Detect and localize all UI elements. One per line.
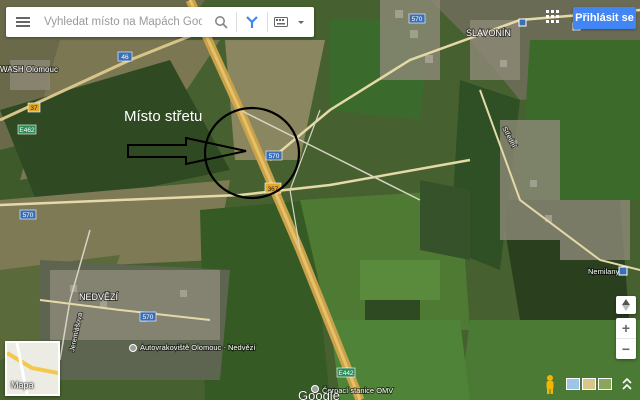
- thumbnail[interactable]: [582, 378, 596, 390]
- satellite-map[interactable]: 46 570 570 367 570 570 E442 E462 37 WASH…: [0, 0, 640, 400]
- imagery-thumbnails[interactable]: [566, 378, 612, 390]
- svg-text:37: 37: [30, 105, 38, 112]
- thumbnail[interactable]: [566, 378, 580, 390]
- place-label: WASH Olomouc: [0, 65, 58, 74]
- place-label: NEDVĚZÍ: [79, 292, 119, 302]
- route-shield: 570: [139, 311, 157, 322]
- route-shield: E462: [17, 124, 37, 135]
- svg-text:570: 570: [269, 153, 280, 160]
- annotation-label: Místo střetu: [124, 108, 202, 125]
- svg-text:E442: E442: [338, 370, 354, 377]
- route-shield: 570: [408, 13, 426, 24]
- map-type-label: Mapa: [11, 380, 34, 390]
- input-tools-button[interactable]: [268, 7, 312, 37]
- expand-chevron-icon[interactable]: [620, 376, 634, 392]
- route-shield: 570: [265, 150, 283, 161]
- thumbnail[interactable]: [598, 378, 612, 390]
- route-shield: E442: [336, 367, 356, 378]
- search-button[interactable]: [206, 7, 236, 37]
- svg-text:E462: E462: [19, 127, 35, 134]
- compass-button[interactable]: [616, 296, 636, 314]
- menu-button[interactable]: [6, 7, 40, 37]
- place-label: Nemilany: [588, 267, 620, 276]
- zoom-in-button[interactable]: +: [616, 318, 636, 338]
- place-label: SLAVONÍN: [466, 28, 511, 38]
- svg-text:570: 570: [412, 16, 423, 23]
- route-shield: 570: [19, 209, 37, 220]
- apps-grid-icon[interactable]: [546, 10, 560, 24]
- directions-button[interactable]: [237, 7, 267, 37]
- compass-icon: [622, 299, 630, 311]
- search-icon: [215, 16, 228, 29]
- search-input[interactable]: [40, 16, 206, 28]
- zoom-control: + −: [616, 318, 636, 359]
- street-view-pegman-icon[interactable]: [543, 374, 557, 394]
- map-type-toggle[interactable]: Mapa: [5, 341, 60, 396]
- train-station-icon[interactable]: [618, 266, 628, 276]
- bus-stop-icon[interactable]: [518, 18, 527, 27]
- google-logo: Google: [298, 388, 340, 400]
- place-label: Autovrakoviště Olomouc - Nedvězí: [140, 343, 256, 352]
- directions-icon: [246, 16, 258, 28]
- zoom-out-button[interactable]: −: [616, 339, 636, 359]
- chevron-down-icon: [298, 21, 304, 24]
- poi-marker[interactable]: [129, 344, 137, 352]
- signin-button[interactable]: Přihlásit se: [573, 7, 636, 29]
- route-shield: 37: [27, 102, 41, 113]
- svg-text:570: 570: [143, 314, 154, 321]
- search-box: [6, 7, 314, 37]
- hamburger-icon: [16, 21, 30, 23]
- keyboard-icon: [274, 17, 288, 27]
- svg-text:46: 46: [121, 54, 129, 61]
- route-shield: 46: [117, 51, 133, 62]
- svg-text:570: 570: [23, 212, 34, 219]
